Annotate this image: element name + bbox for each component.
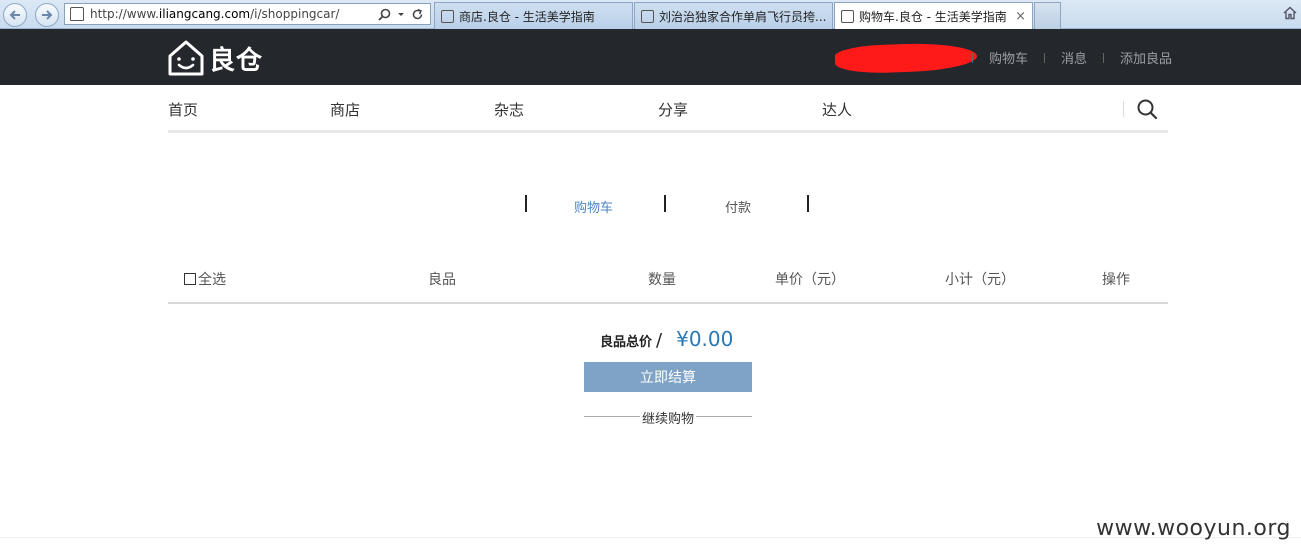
- back-button[interactable]: [3, 3, 27, 27]
- nav-item-magazine[interactable]: 杂志: [494, 99, 524, 120]
- browser-tab-active[interactable]: 购物车.良仓 - 生活美学指南 ×: [834, 2, 1033, 29]
- add-item-link[interactable]: 添加良品: [1120, 48, 1172, 67]
- continue-shopping-link[interactable]: 继续购物: [639, 408, 697, 427]
- page-icon: [441, 9, 454, 23]
- search-icon[interactable]: [1136, 98, 1158, 120]
- checkout-button[interactable]: 立即结算: [584, 362, 752, 392]
- refresh-icon[interactable]: [411, 8, 424, 21]
- column-quantity: 数量: [648, 272, 676, 288]
- column-action: 操作: [1102, 272, 1130, 288]
- search-icon[interactable]: [378, 8, 391, 21]
- nav-item-shop[interactable]: 商店: [330, 99, 360, 120]
- total-amount: ¥0.00: [676, 327, 734, 351]
- logo-text: 良仓: [209, 45, 264, 76]
- address-bar[interactable]: http://www.iliangcang.com/i/shoppingcar/: [64, 3, 431, 25]
- messages-link[interactable]: 消息: [1061, 48, 1087, 67]
- tab-title: 购物车.良仓 - 生活美学指南: [859, 9, 1007, 24]
- house-smile-logo-icon: [168, 40, 204, 76]
- step-divider: [525, 195, 527, 212]
- new-tab-button[interactable]: [1034, 2, 1061, 29]
- continue-shopping[interactable]: 继续购物: [584, 408, 752, 427]
- column-unit-price: 单价（元）: [775, 272, 845, 288]
- column-subtotal: 小计（元）: [945, 272, 1015, 288]
- divider: [1044, 52, 1046, 63]
- browser-chrome: http://www.iliangcang.com/i/shoppingcar/…: [0, 0, 1301, 29]
- tab-title: 刘治治独家合作单肩飞行员挎...: [659, 9, 827, 24]
- cart-total: 良品总价 / ¥0.00: [600, 327, 733, 351]
- cart-table-header: 全选 良品 数量 单价（元） 小计（元） 操作: [168, 262, 1168, 304]
- nav-item-share[interactable]: 分享: [658, 99, 688, 120]
- dropdown-icon[interactable]: [397, 8, 405, 21]
- divider: [1123, 101, 1124, 117]
- column-item: 良品: [428, 272, 456, 288]
- step-divider: [664, 195, 666, 212]
- step-payment: 付款: [725, 201, 752, 216]
- step-divider: [807, 195, 809, 212]
- page-icon: [841, 9, 854, 23]
- main-nav: 首页 商店 杂志 分享 达人: [168, 85, 1168, 133]
- browser-tab[interactable]: 商店.良仓 - 生活美学指南: [434, 2, 633, 29]
- close-tab-icon[interactable]: ×: [1015, 9, 1026, 24]
- home-icon[interactable]: [1283, 6, 1297, 20]
- page-icon: [70, 7, 84, 21]
- browser-tab[interactable]: 刘治治独家合作单肩飞行员挎...: [634, 2, 833, 29]
- url-text[interactable]: http://www.iliangcang.com/i/shoppingcar/: [90, 7, 378, 21]
- select-all-checkbox[interactable]: [184, 273, 196, 285]
- arrow-left-icon: [9, 10, 20, 20]
- select-all-label: 全选: [198, 272, 226, 288]
- logo[interactable]: 良仓: [167, 39, 263, 77]
- watermark: www.wooyun.org: [1096, 516, 1291, 541]
- forward-button[interactable]: [35, 3, 59, 27]
- username-redacted: [834, 41, 978, 75]
- step-cart: 购物车: [574, 201, 614, 216]
- arrow-right-icon: [42, 10, 53, 20]
- site-header: 良仓 购物车 消息 添加良品: [0, 29, 1301, 85]
- nav-item-home[interactable]: 首页: [168, 99, 198, 120]
- divider: [1103, 52, 1105, 63]
- select-all[interactable]: 全选: [184, 269, 226, 289]
- cart-link[interactable]: 购物车: [989, 48, 1028, 67]
- page-icon: [641, 9, 654, 23]
- nav-item-experts[interactable]: 达人: [822, 99, 852, 120]
- total-separator: /: [656, 330, 663, 351]
- tab-title: 商店.良仓 - 生活美学指南: [459, 9, 595, 24]
- divider: [972, 52, 973, 63]
- top-links: 购物车 消息 添加良品: [968, 48, 1172, 67]
- total-label: 良品总价: [600, 335, 653, 350]
